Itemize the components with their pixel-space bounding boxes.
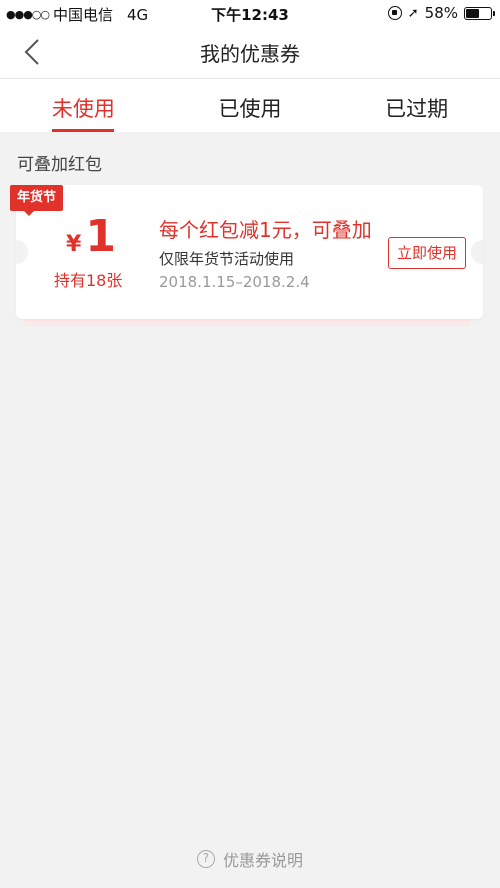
battery-cap	[493, 10, 495, 16]
tab-active-indicator	[52, 129, 115, 132]
tab-unused[interactable]: 未使用	[0, 79, 167, 132]
coupon-validity-date: 2018.1.15–2018.2.4	[159, 273, 310, 291]
coupon-badge: 年货节	[10, 185, 64, 216]
tab-used-label: 已使用	[218, 97, 282, 121]
battery-percent: 58%	[424, 4, 458, 22]
use-now-button[interactable]: 立即使用	[388, 237, 466, 269]
status-bar: ●●●○○ 中国电信 4G 下午12:43 ➚ 58%	[0, 0, 500, 26]
coupon-title: 每个红包减1元，可叠加	[159, 218, 372, 242]
nav-bar: 我的优惠券	[0, 26, 500, 78]
currency-symbol: ¥	[66, 232, 82, 257]
battery-fill	[466, 8, 480, 18]
coupon-notch-left	[16, 240, 28, 264]
location-icon: ➚	[407, 5, 419, 21]
coupon-card[interactable]: 年货节 ¥ 1 持有18张 每个红包减1元，可叠加 仅限年货节活动使用 2018…	[10, 185, 483, 319]
coupon-description: 仅限年货节活动使用	[159, 250, 295, 268]
tab-expired-label: 已过期	[385, 97, 449, 121]
tab-expired[interactable]: 已过期	[333, 79, 500, 132]
coupon-value: 1	[85, 211, 116, 262]
coupon-help-label: 优惠券说明	[222, 851, 303, 870]
tab-used[interactable]: 已使用	[167, 79, 334, 132]
orientation-lock-icon	[387, 6, 402, 20]
section-label: 可叠加红包	[17, 155, 102, 175]
tab-unused-label: 未使用	[51, 97, 115, 121]
question-circle-icon: ?	[196, 850, 215, 868]
page-title: 我的优惠券	[200, 42, 300, 66]
status-right: ➚ 58%	[387, 4, 495, 22]
coupon-notch-right	[471, 240, 483, 264]
battery-icon	[464, 6, 495, 20]
coupon-count: 持有18张	[54, 271, 123, 290]
coupon-amount: ¥ 1	[66, 211, 116, 262]
coupon-help-link[interactable]: ? 优惠券说明	[0, 847, 500, 871]
coupon-tabs: 未使用 已使用 已过期	[0, 78, 500, 132]
